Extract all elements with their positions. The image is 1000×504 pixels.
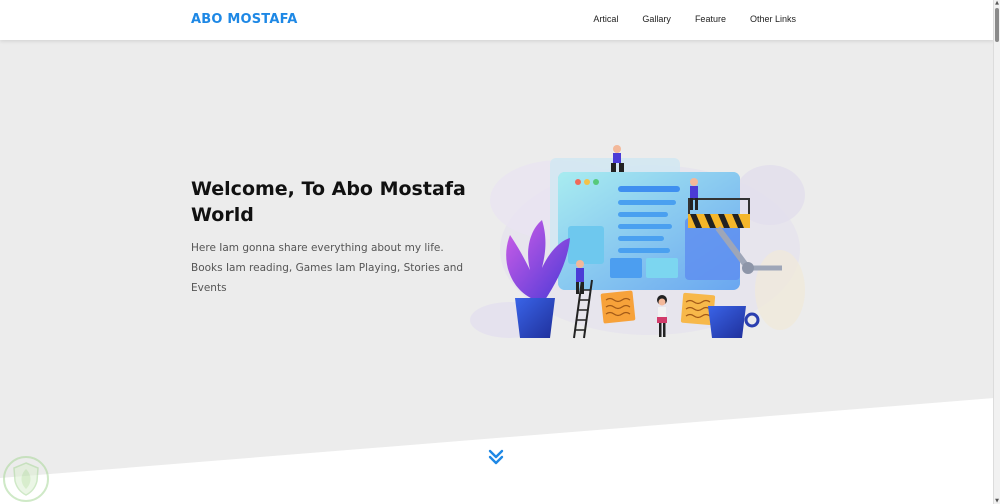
site-logo[interactable]: ABO MOSTAFA: [191, 12, 297, 27]
double-chevron-down-icon[interactable]: [487, 448, 505, 466]
nav-link-gallary[interactable]: Gallary: [642, 14, 671, 24]
scrollbar-thumb[interactable]: [995, 8, 999, 42]
vertical-scrollbar[interactable]: ▲ ▼: [993, 0, 1000, 504]
web-development-illustration: [470, 145, 805, 339]
hero-description: Here Iam gonna share everything about my…: [191, 242, 464, 294]
hero-title: Welcome, To Abo Mostafa World: [191, 178, 466, 226]
nav-link-other-links[interactable]: Other Links: [750, 14, 796, 24]
scroll-down-arrow-icon[interactable]: ▼: [994, 498, 1000, 504]
shield-badge-icon: [3, 456, 49, 502]
nav-link-artical[interactable]: Artical: [593, 14, 618, 24]
page: ABO MOSTAFA Artical Gallary Feature Othe…: [0, 0, 1000, 504]
nav-link-feature[interactable]: Feature: [695, 14, 726, 24]
main-nav: Artical Gallary Feature Other Links: [569, 14, 796, 24]
top-navbar: ABO MOSTAFA Artical Gallary Feature Othe…: [0, 0, 994, 40]
scroll-up-arrow-icon[interactable]: ▲: [994, 0, 1000, 6]
